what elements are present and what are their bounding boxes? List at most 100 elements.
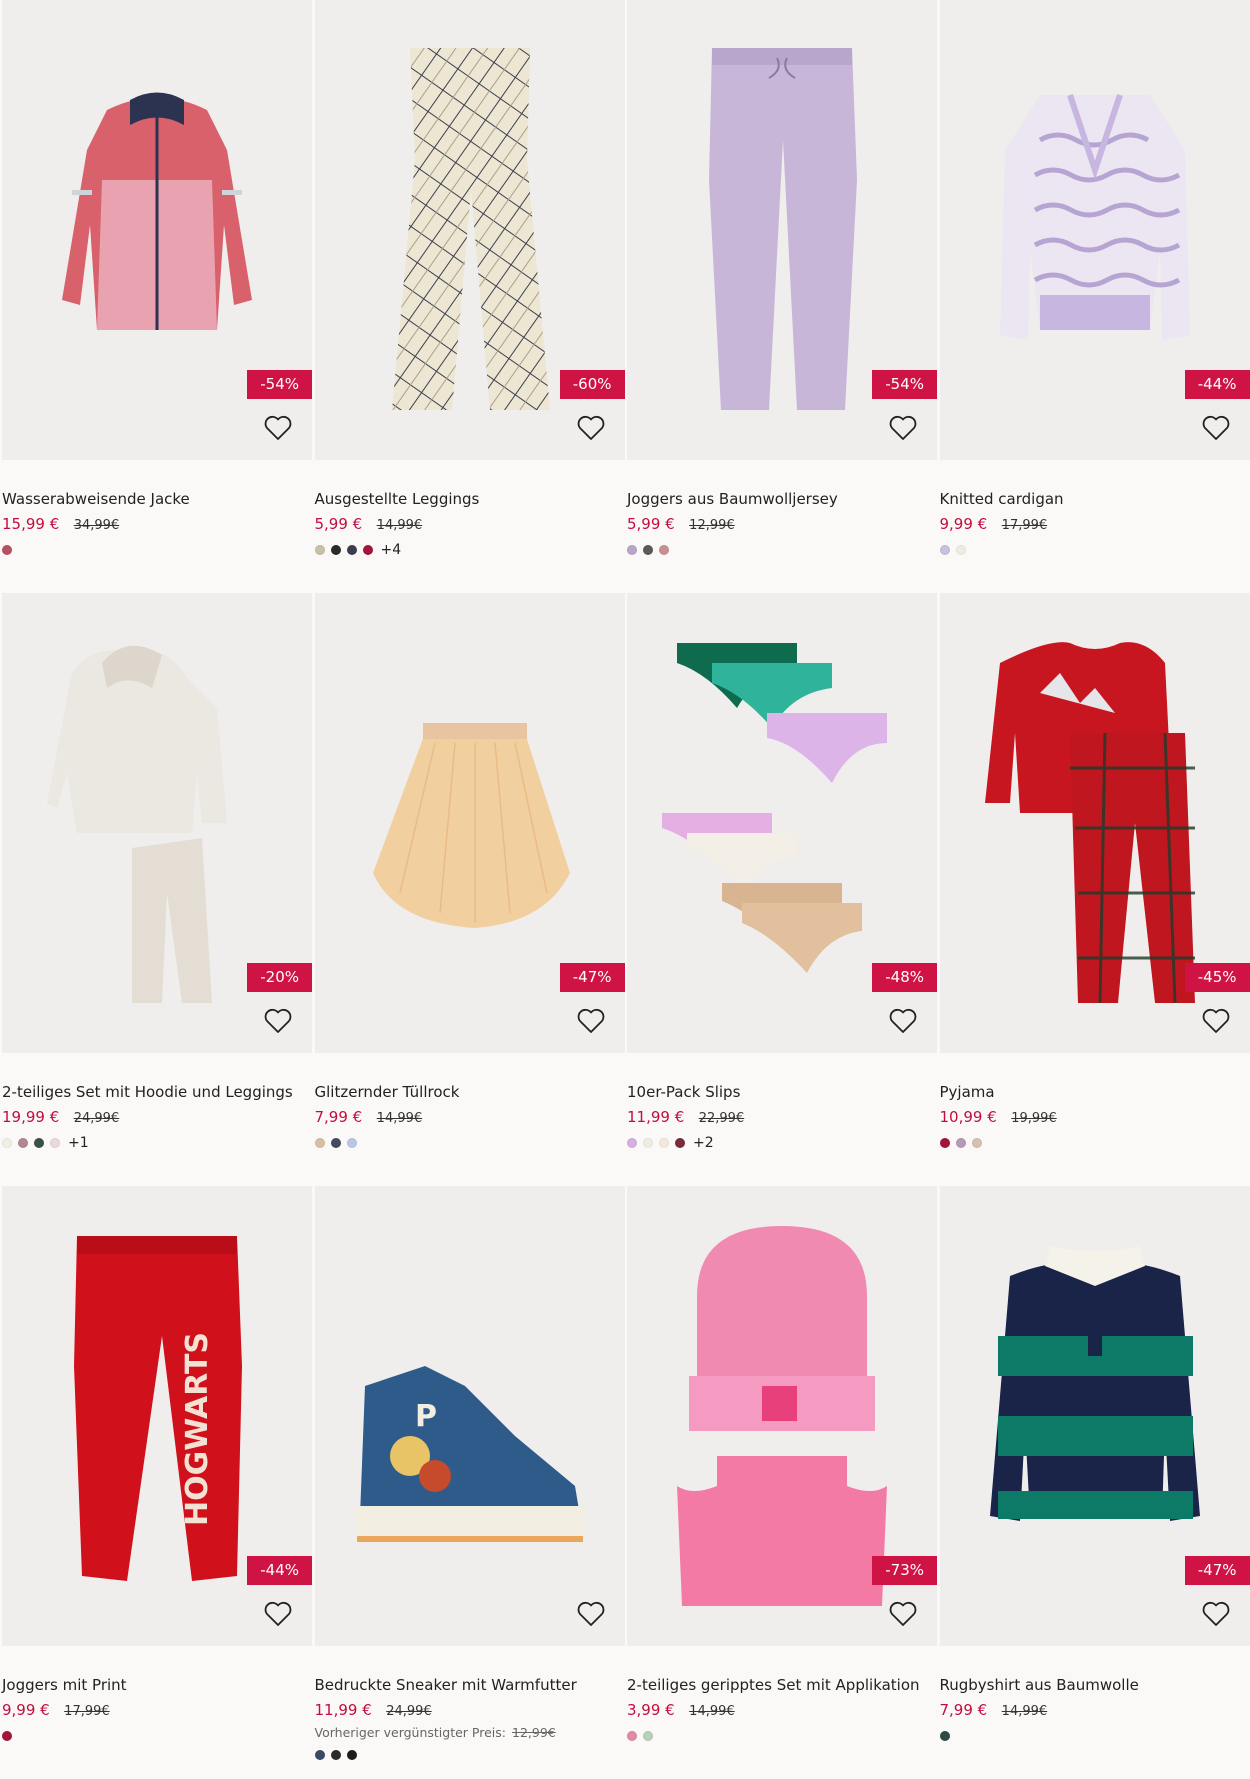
product-name[interactable]: 2-teiliges geripptes Set mit Applikation <box>627 1676 937 1694</box>
color-swatch[interactable] <box>330 1138 341 1148</box>
color-swatch[interactable] <box>643 1731 653 1741</box>
product-card[interactable]: -47% Rugbyshirt aus Baumwolle 7,99 € 14,… <box>939 1186 1250 1779</box>
product-card[interactable]: -54% Wasserabweisende Jacke 15,99 € 34,9… <box>2 0 312 593</box>
product-name[interactable]: Rugbyshirt aus Baumwolle <box>940 1676 1250 1694</box>
favorite-heart-icon[interactable] <box>262 1005 294 1037</box>
product-card[interactable]: -44% Knitted cardigan 9,99 € 17,99€ <box>939 0 1250 593</box>
product-name[interactable]: Wasserabweisende Jacke <box>2 490 312 508</box>
product-card[interactable]: -47% Glitzernder Tüllrock 7,99 € 14,99€ <box>314 593 625 1186</box>
more-colors-count[interactable]: +1 <box>68 1135 89 1151</box>
product-image[interactable]: -73% <box>627 1186 937 1646</box>
product-card[interactable]: -60% Ausgestellte Leggings 5,99 € 14,99€… <box>314 0 625 593</box>
color-swatch[interactable] <box>971 1138 982 1148</box>
product-name[interactable]: Joggers aus Baumwolljersey <box>627 490 937 508</box>
more-colors-count[interactable]: +2 <box>693 1135 714 1151</box>
product-image[interactable]: -60% <box>314 0 625 460</box>
favorite-heart-icon[interactable] <box>887 1005 919 1037</box>
color-swatch[interactable] <box>330 1750 341 1760</box>
sale-price: 5,99 € <box>314 515 363 533</box>
color-swatch[interactable] <box>314 1138 325 1148</box>
product-image[interactable]: -54% <box>627 0 937 460</box>
product-info: Bedruckte Sneaker mit Warmfutter 11,99 €… <box>314 1646 625 1763</box>
product-image[interactable]: HOGWARTS -44% <box>2 1186 312 1646</box>
color-swatch[interactable] <box>314 545 325 555</box>
sale-price: 11,99 € <box>627 1108 685 1126</box>
product-name[interactable]: Ausgestellte Leggings <box>315 490 625 508</box>
color-swatch[interactable] <box>939 545 950 555</box>
color-swatch[interactable] <box>362 545 373 555</box>
product-info: 10er-Pack Slips 11,99 € 22,99€ +2 <box>627 1053 937 1151</box>
color-swatch[interactable] <box>627 545 637 555</box>
discount-badge: -44% <box>247 1556 312 1585</box>
product-image[interactable]: -47% <box>939 1186 1250 1646</box>
color-swatch[interactable] <box>675 1138 685 1148</box>
original-price: 14,99€ <box>376 1111 423 1126</box>
original-price: 14,99€ <box>376 518 423 533</box>
product-image[interactable]: -45% <box>939 593 1250 1053</box>
favorite-heart-icon[interactable] <box>887 412 919 444</box>
color-swatch[interactable] <box>2 1731 12 1741</box>
color-swatch[interactable] <box>627 1138 637 1148</box>
product-card[interactable]: -45% Pyjama 10,99 € 19,99€ <box>939 593 1250 1186</box>
color-swatch[interactable] <box>955 1138 966 1148</box>
product-grid: -54% Wasserabweisende Jacke 15,99 € 34,9… <box>0 0 1250 1773</box>
product-card[interactable]: -54% Joggers aus Baumwolljersey 5,99 € 1… <box>627 0 937 593</box>
color-swatch[interactable] <box>627 1731 637 1741</box>
discount-badge: -54% <box>872 370 937 399</box>
product-name[interactable]: 10er-Pack Slips <box>627 1083 937 1101</box>
color-swatch[interactable] <box>50 1138 60 1148</box>
sale-price: 10,99 € <box>939 1108 997 1126</box>
favorite-heart-icon[interactable] <box>262 1598 294 1630</box>
favorite-heart-icon[interactable] <box>1200 1005 1232 1037</box>
product-card[interactable]: P Bedruckte Sneaker mit Warmfutter 11,99… <box>314 1186 625 1779</box>
product-name[interactable]: Knitted cardigan <box>940 490 1250 508</box>
color-swatch[interactable] <box>346 1138 357 1148</box>
color-swatches <box>2 1728 312 1744</box>
product-info: Pyjama 10,99 € 19,99€ <box>939 1053 1250 1151</box>
favorite-heart-icon[interactable] <box>1200 412 1232 444</box>
favorite-heart-icon[interactable] <box>575 412 607 444</box>
product-image[interactable]: -20% <box>2 593 312 1053</box>
product-card[interactable]: HOGWARTS -44% Joggers mit Print 9,99 € 1… <box>2 1186 312 1779</box>
discount-badge: -60% <box>559 370 625 399</box>
color-swatch[interactable] <box>659 545 669 555</box>
product-card[interactable]: -20% 2-teiliges Set mit Hoodie und Leggi… <box>2 593 312 1186</box>
product-info: 2-teiliges Set mit Hoodie und Leggings 1… <box>2 1053 312 1151</box>
color-swatch[interactable] <box>34 1138 44 1148</box>
product-name[interactable]: Pyjama <box>940 1083 1250 1101</box>
color-swatches <box>314 1135 625 1151</box>
product-name[interactable]: Bedruckte Sneaker mit Warmfutter <box>315 1676 625 1694</box>
color-swatch[interactable] <box>939 1731 950 1741</box>
product-image[interactable]: -48% <box>627 593 937 1053</box>
color-swatch[interactable] <box>2 1138 12 1148</box>
color-swatch[interactable] <box>643 545 653 555</box>
product-card[interactable]: -48% 10er-Pack Slips 11,99 € 22,99€ +2 <box>627 593 937 1186</box>
product-card[interactable]: -73% 2-teiliges geripptes Set mit Applik… <box>627 1186 937 1779</box>
color-swatch[interactable] <box>659 1138 669 1148</box>
color-swatch[interactable] <box>939 1138 950 1148</box>
product-image[interactable]: P <box>314 1186 625 1646</box>
color-swatch[interactable] <box>346 1750 357 1760</box>
color-swatch[interactable] <box>330 545 341 555</box>
color-swatch[interactable] <box>346 545 357 555</box>
product-name[interactable]: Joggers mit Print <box>2 1676 312 1694</box>
color-swatch[interactable] <box>955 545 966 555</box>
previous-price-value: 12,99€ <box>512 1725 556 1740</box>
product-info: Rugbyshirt aus Baumwolle 7,99 € 14,99€ <box>939 1646 1250 1744</box>
product-photo: P <box>354 1366 585 1542</box>
product-name[interactable]: 2-teiliges Set mit Hoodie und Leggings <box>2 1083 312 1101</box>
product-name[interactable]: Glitzernder Tüllrock <box>315 1083 625 1101</box>
favorite-heart-icon[interactable] <box>1200 1598 1232 1630</box>
product-image[interactable]: -44% <box>939 0 1250 460</box>
product-image[interactable]: -54% <box>2 0 312 460</box>
color-swatch[interactable] <box>643 1138 653 1148</box>
favorite-heart-icon[interactable] <box>575 1598 607 1630</box>
favorite-heart-icon[interactable] <box>887 1598 919 1630</box>
color-swatch[interactable] <box>314 1750 325 1760</box>
color-swatch[interactable] <box>2 545 12 555</box>
product-image[interactable]: -47% <box>314 593 625 1053</box>
more-colors-count[interactable]: +4 <box>381 542 402 558</box>
favorite-heart-icon[interactable] <box>575 1005 607 1037</box>
color-swatch[interactable] <box>18 1138 28 1148</box>
favorite-heart-icon[interactable] <box>262 412 294 444</box>
